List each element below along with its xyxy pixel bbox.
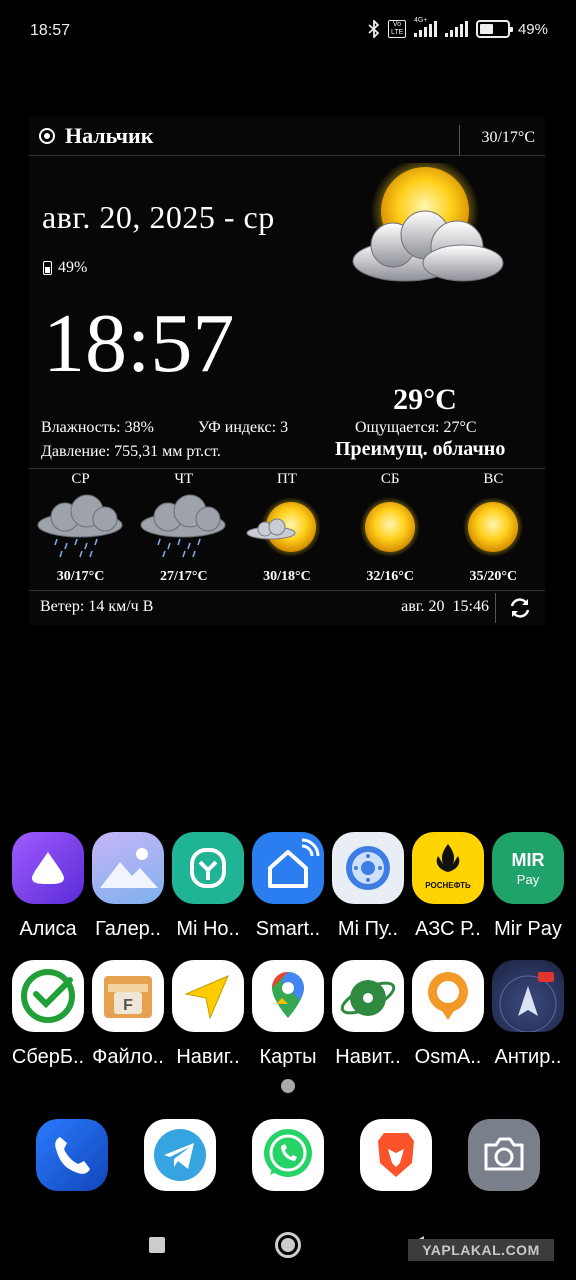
app-alice[interactable]: Алиса xyxy=(8,832,88,941)
rain-cloud-icon xyxy=(140,494,226,558)
google-maps-icon xyxy=(252,960,324,1032)
location-icon xyxy=(39,128,55,144)
app-smart-home[interactable]: Smart.. xyxy=(248,832,328,941)
svg-text:РОСНЕФТЬ: РОСНЕФТЬ xyxy=(425,881,471,890)
divider xyxy=(495,593,496,623)
app-mi-home[interactable]: Mi Ho.. xyxy=(168,832,248,941)
gallery-icon xyxy=(92,832,164,904)
phone-icon[interactable] xyxy=(36,1119,108,1191)
app-sberbank[interactable]: СберБ.. xyxy=(8,960,88,1069)
city-name: Нальчик xyxy=(65,123,154,148)
widget-clock[interactable]: 18:57 xyxy=(43,299,234,389)
sun-cloud-icon xyxy=(246,497,322,557)
mir-pay-icon: MIR Pay xyxy=(492,832,564,904)
bluetooth-icon xyxy=(368,20,380,38)
svg-text:F: F xyxy=(123,997,133,1014)
navitel-icon xyxy=(332,960,404,1032)
camera-icon[interactable] xyxy=(468,1119,540,1191)
brave-icon[interactable] xyxy=(360,1119,432,1191)
weather-city[interactable]: Нальчик xyxy=(39,123,153,149)
app-osmand[interactable]: OsmA.. xyxy=(408,960,488,1069)
mi-remote-icon xyxy=(332,832,404,904)
weather-condition: Преимущ. облачно xyxy=(335,438,506,460)
status-bar: 18:57 Vo LTE 4G+ 49% xyxy=(0,0,576,64)
forecast-day: ЧТ 27/17°C xyxy=(132,469,235,589)
forecast-day: ПТ 30/18°C xyxy=(235,469,338,589)
forecast-day: ВС 35/20°C xyxy=(442,469,545,589)
home-button[interactable] xyxy=(275,1232,301,1258)
forecast-day: СР 30/17°C xyxy=(29,469,132,589)
sberbank-icon xyxy=(12,960,84,1032)
weather-date: авг. 20, 2025 - ср xyxy=(42,199,275,235)
page-indicator[interactable] xyxy=(281,1079,295,1093)
app-mir-pay[interactable]: MIR Pay Mir Pay xyxy=(488,832,568,941)
refresh-icon[interactable] xyxy=(508,596,532,620)
app-google-maps[interactable]: Карты xyxy=(248,960,328,1069)
divider xyxy=(29,590,545,591)
smart-home-icon xyxy=(252,832,324,904)
divider xyxy=(459,125,460,155)
app-antiradar[interactable]: Антир.. xyxy=(488,960,568,1069)
volte-icon: Vo LTE xyxy=(387,20,406,38)
app-navigator[interactable]: Навиг.. xyxy=(168,960,248,1069)
app-navitel[interactable]: Навит.. xyxy=(328,960,408,1069)
current-temperature: 29°C xyxy=(393,383,457,416)
forecast-list: СР 30/17°C ЧТ 27/17°C ПТ 30/18°C СБ 32/1… xyxy=(29,469,545,589)
whatsapp-icon[interactable] xyxy=(252,1119,324,1191)
sun-icon xyxy=(359,497,420,557)
mi-home-icon xyxy=(172,832,244,904)
wind: Ветер: 14 км/ч В xyxy=(40,598,154,615)
battery-icon xyxy=(43,261,52,275)
battery-icon xyxy=(475,20,513,38)
humidity: Влажность: 38% xyxy=(41,419,154,436)
today-hilo: 30/17°C xyxy=(481,129,535,146)
rain-cloud-icon xyxy=(37,494,123,558)
widget-battery: 49% xyxy=(43,259,87,277)
status-time: 18:57 xyxy=(30,22,71,39)
sun-icon xyxy=(462,497,523,557)
navigator-icon xyxy=(172,960,244,1032)
forecast-day: СБ 32/16°C xyxy=(339,469,442,589)
weather-widget[interactable]: Нальчик 30/17°C авг. 20, 2025 - ср 49% 1… xyxy=(29,117,545,625)
signal-icon xyxy=(444,21,468,37)
app-azs-rosneft[interactable]: РОСНЕФТЬ АЗС Р.. xyxy=(408,832,488,941)
watermark: YAPLAKAL.COM xyxy=(408,1239,554,1261)
alice-icon xyxy=(12,832,84,904)
network-type: 4G+ xyxy=(413,17,437,37)
app-file-manager[interactable]: F Файло.. xyxy=(88,960,168,1069)
pressure: Давление: 755,31 мм рт.ст. xyxy=(41,443,221,460)
osmand-icon xyxy=(412,960,484,1032)
last-updated: авг. 20 15:46 xyxy=(401,598,489,615)
app-mi-remote[interactable]: Mi Пу.. xyxy=(328,832,408,941)
rosneft-icon: РОСНЕФТЬ xyxy=(412,832,484,904)
antiradar-icon xyxy=(492,960,564,1032)
file-manager-icon: F xyxy=(92,960,164,1032)
feels-like: Ощущается: 27°C xyxy=(355,419,477,436)
battery-percent: 49% xyxy=(517,20,548,38)
divider xyxy=(29,155,545,156)
status-icons: Vo LTE 4G+ 49% xyxy=(368,17,548,38)
app-gallery[interactable]: Галер.. xyxy=(88,832,168,941)
telegram-icon[interactable] xyxy=(144,1119,216,1191)
sun-cloud-icon xyxy=(352,163,504,282)
uv-index: УФ индекс: 3 xyxy=(198,419,289,436)
recents-button[interactable] xyxy=(149,1237,165,1253)
